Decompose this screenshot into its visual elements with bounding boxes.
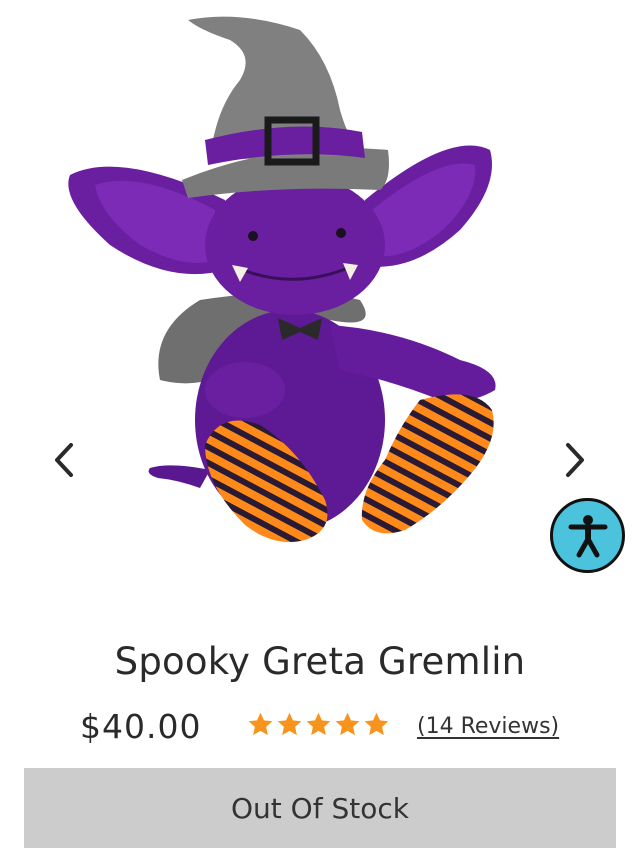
- star-icon: [277, 712, 302, 736]
- star-icon: [306, 712, 331, 736]
- star-rating: [247, 711, 390, 738]
- product-title: Spooky Greta Gremlin: [114, 640, 526, 683]
- previous-image-button[interactable]: [44, 438, 84, 482]
- star-icon: [335, 712, 360, 736]
- accessibility-button[interactable]: [550, 498, 625, 573]
- product-page: Spooky Greta Gremlin $40.00 (14 Reviews)…: [0, 0, 640, 853]
- product-image-gallery: [0, 0, 640, 600]
- star-icon: [248, 712, 273, 736]
- chevron-left-icon: [55, 443, 73, 477]
- accessibility-person-icon: [568, 514, 607, 557]
- star-icon: [364, 712, 389, 736]
- product-image: [68, 16, 496, 543]
- reviews-link[interactable]: (14 Reviews): [417, 714, 559, 739]
- next-image-button[interactable]: [555, 438, 595, 482]
- chevron-right-icon: [566, 443, 584, 477]
- product-price: $40.00: [80, 707, 202, 746]
- out-of-stock-button[interactable]: Out Of Stock: [24, 768, 616, 848]
